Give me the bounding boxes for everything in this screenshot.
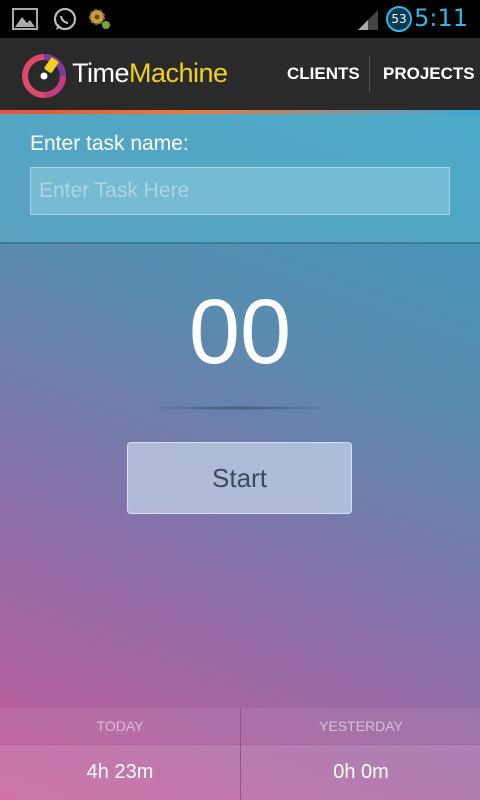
main-content: Enter task name: 00 Start	[0, 114, 480, 800]
action-bar: TimeMachine CLIENTS PROJECTS	[0, 38, 480, 110]
yesterday-value: 0h 0m	[241, 745, 480, 800]
notification-badge: 53	[386, 6, 412, 32]
timer-underline	[150, 406, 330, 410]
status-time: 5:11	[414, 4, 468, 32]
clients-tab[interactable]: CLIENTS	[287, 38, 360, 110]
settings-gear-icon	[89, 9, 110, 29]
today-value: 4h 23m	[0, 745, 240, 800]
status-bar: 53 5:11	[0, 0, 480, 38]
task-name-label: Enter task name:	[30, 132, 189, 155]
start-button[interactable]: Start	[127, 442, 352, 514]
today-label: TODAY	[0, 708, 240, 744]
yesterday-label: YESTERDAY	[241, 708, 480, 744]
task-name-input[interactable]	[30, 167, 450, 215]
whatsapp-icon	[53, 7, 77, 31]
stat-today: TODAY 4h 23m	[0, 708, 240, 800]
signal-icon	[358, 10, 378, 30]
task-entry-panel: Enter task name:	[0, 114, 480, 244]
stats-divider	[240, 708, 241, 800]
nav-divider	[369, 56, 370, 92]
gallery-icon	[12, 8, 38, 30]
stat-yesterday: YESTERDAY 0h 0m	[241, 708, 480, 800]
timer-display: 00	[188, 281, 292, 383]
timemachine-logo-icon[interactable]	[20, 52, 68, 100]
app-title-part2: Machine	[129, 58, 228, 88]
app-title-part1: Time	[72, 58, 130, 88]
app-title: TimeMachine	[72, 58, 228, 89]
projects-tab[interactable]: PROJECTS	[383, 38, 475, 110]
